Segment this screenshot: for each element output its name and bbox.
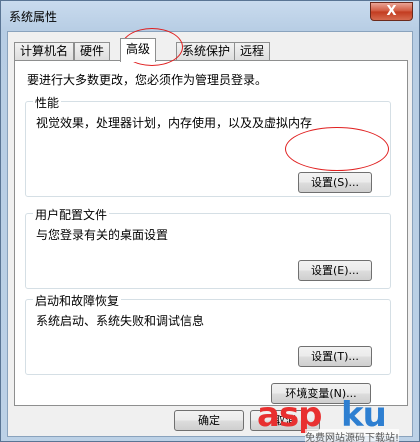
advanced-panel: 要进行大多数更改，您必须作为管理员登录。 性能 视觉效果，处理器计划，内存使用，… [14,60,408,406]
dialog-client: 计算机名 硬件 高级 系统保护 远程 要进行大多数更改，您必须作为管理员登录。 … [7,31,413,437]
ok-button[interactable]: 确定 [174,410,244,431]
user-profiles-title: 用户配置文件 [33,206,110,223]
performance-desc: 视觉效果，处理器计划，内存使用，以及及虚拟内存 [36,116,313,130]
watermark-logo: asp ku 免费网站源码下载站! [257,393,417,442]
startup-recovery-desc: 系统启动、系统失败和调试信息 [36,314,205,328]
user-profiles-group: 用户配置文件 与您登录有关的桌面设置 设置(E)... [25,206,391,289]
performance-title: 性能 [33,94,62,111]
window-title: 系统属性 [9,10,58,24]
admin-note: 要进行大多数更改，您必须作为管理员登录。 [27,73,268,87]
watermark-subtitle: 免费网站源码下载站! [305,429,400,442]
tab-advanced[interactable]: 高级 [120,38,157,62]
user-profiles-desc: 与您登录有关的桌面设置 [36,228,169,242]
startup-recovery-settings-button[interactable]: 设置(T)... [298,346,372,367]
titlebar[interactable]: 系统属性 X [1,1,419,31]
performance-group: 性能 视觉效果，处理器计划，内存使用，以及及虚拟内存 设置(S)... [25,94,391,197]
tab-computer-name[interactable]: 计算机名 [14,42,75,61]
close-button[interactable]: X [370,2,413,21]
tab-system-protection[interactable]: 系统保护 [176,42,237,61]
startup-recovery-group: 启动和故障恢复 系统启动、系统失败和调试信息 设置(T)... [25,292,391,375]
performance-settings-button[interactable]: 设置(S)... [298,172,372,193]
startup-recovery-title: 启动和故障恢复 [33,292,122,309]
tab-hardware[interactable]: 硬件 [74,42,111,61]
tab-remote[interactable]: 远程 [234,42,271,61]
system-properties-window: 系统属性 X 计算机名 硬件 高级 系统保护 远程 要进行大多数更改，您必须作为… [0,0,420,442]
user-profiles-settings-button[interactable]: 设置(E)... [298,260,372,281]
